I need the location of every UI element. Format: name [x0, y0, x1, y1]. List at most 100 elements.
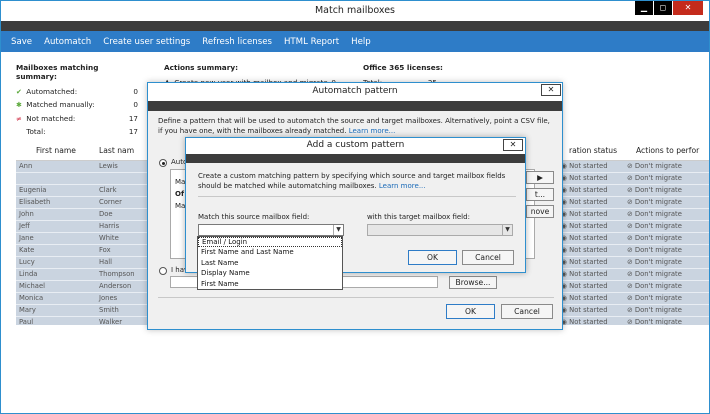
summary-value: 17	[128, 113, 138, 123]
cell-first-name: Mary	[19, 306, 36, 314]
target-field-combo[interactable]: ▼	[367, 224, 513, 236]
dialog-title-bar: Add a custom pattern ✕	[186, 138, 525, 154]
dialog-strip	[148, 101, 562, 111]
dialog-close-button[interactable]: ✕	[503, 139, 523, 151]
cell-status: ◉ Not started	[561, 306, 608, 314]
maximize-button[interactable]: ◻	[654, 1, 672, 15]
cell-action[interactable]: ⊘ Don't migrate	[627, 306, 682, 314]
cell-status: ◉ Not started	[561, 234, 608, 242]
cell-status: ◉ Not started	[561, 162, 608, 170]
dropdown-option-email-login[interactable]: Email / Login	[198, 237, 342, 248]
remove-pattern-button[interactable]: nove	[526, 205, 554, 218]
forbidden-icon: ⊘	[627, 234, 633, 242]
cell-action[interactable]: ⊘ Don't migrate	[627, 222, 682, 230]
dialog-close-button[interactable]: ✕	[541, 84, 561, 96]
menu-refresh-licenses[interactable]: Refresh licenses	[202, 37, 272, 47]
check-icon: ✔	[16, 88, 22, 96]
summary-row-automatched: ✔ Automatched: 0	[16, 87, 141, 100]
cell-first-name: Elisabeth	[19, 198, 51, 206]
cell-last-name: Thompson	[99, 270, 135, 278]
cell-action[interactable]: ⊘ Don't migrate	[627, 234, 682, 242]
cell-action[interactable]: ⊘ Don't migrate	[627, 270, 682, 278]
browse-button[interactable]: Browse...	[449, 276, 497, 289]
col-actions[interactable]: Actions to perfor	[636, 146, 699, 155]
forbidden-icon: ⊘	[627, 210, 633, 218]
cell-last-name: Harris	[99, 222, 120, 230]
learn-more-link[interactable]: Learn more...	[379, 182, 426, 190]
cell-status: ◉ Not started	[561, 222, 608, 230]
summary-label: Automatched:	[26, 87, 78, 96]
cell-action[interactable]: ⊘ Don't migrate	[627, 210, 682, 218]
cell-action[interactable]: ⊘ Don't migrate	[627, 258, 682, 266]
cell-status: ◉ Not started	[561, 270, 608, 278]
cell-first-name: Ann	[19, 162, 33, 170]
forbidden-icon: ⊘	[627, 246, 633, 254]
pattern-list-item[interactable]: Ma	[175, 202, 185, 210]
forbidden-icon: ⊘	[627, 162, 633, 170]
cell-action[interactable]: ⊘ Don't migrate	[627, 246, 682, 254]
summary-value: 0	[133, 87, 138, 96]
menu-save[interactable]: Save	[11, 37, 32, 47]
cell-first-name: Lucy	[19, 258, 35, 266]
source-field-combo[interactable]: ▼	[198, 224, 344, 236]
close-button[interactable]: ✕	[673, 1, 703, 15]
title-strip	[1, 21, 709, 31]
source-field-dropdown-list: Email / Login First Name and Last Name L…	[197, 236, 343, 290]
cell-status: ◉ Not started	[561, 258, 608, 266]
summary-value: 17	[128, 126, 138, 136]
automatch-ok-button[interactable]: OK	[446, 304, 495, 319]
edit-pattern-button[interactable]: t...	[526, 188, 554, 201]
col-migration-status[interactable]: ration status	[569, 146, 617, 155]
divider	[198, 196, 516, 197]
forbidden-icon: ⊘	[627, 306, 633, 314]
cell-action[interactable]: ⊘ Don't migrate	[627, 174, 682, 182]
cell-action[interactable]: ⊘ Don't migrate	[627, 186, 682, 194]
source-field-label: Match this source mailbox field:	[198, 213, 310, 221]
cell-action[interactable]: ⊘ Don't migrate	[627, 294, 682, 302]
cell-status: ◉ Not started	[561, 186, 608, 194]
window-title: Match mailboxes	[314, 5, 396, 16]
dropdown-option-display-name[interactable]: Display Name	[198, 268, 342, 278]
custom-cancel-button[interactable]: Cancel	[462, 250, 514, 265]
grid-empty-area	[16, 325, 709, 365]
automatch-cancel-button[interactable]: Cancel	[501, 304, 553, 319]
dropdown-option-first-name[interactable]: First Name	[198, 279, 342, 289]
forbidden-icon: ⊘	[627, 222, 633, 230]
forbidden-icon: ⊘	[627, 270, 633, 278]
chevron-down-icon[interactable]: ▼	[333, 225, 343, 235]
dropdown-option-last-name[interactable]: Last Name	[198, 258, 342, 268]
menu-create-user-settings[interactable]: Create user settings	[103, 37, 190, 47]
option-csv-radio[interactable]	[159, 267, 167, 275]
dropdown-option-first-last-name[interactable]: First Name and Last Name	[198, 247, 342, 257]
cell-last-name: Lewis	[99, 162, 118, 170]
cell-last-name: Fox	[99, 246, 111, 254]
cell-last-name: Hall	[99, 258, 113, 266]
custom-pattern-description: Create a custom matching pattern by spec…	[198, 172, 506, 190]
pattern-list-item[interactable]: Ma	[175, 178, 185, 186]
cell-action[interactable]: ⊘ Don't migrate	[627, 198, 682, 206]
option-auto-radio[interactable]	[159, 159, 167, 167]
cell-status: ◉ Not started	[561, 282, 608, 290]
star-icon: ✱	[16, 101, 22, 110]
forbidden-icon: ⊘	[627, 186, 633, 194]
custom-ok-button[interactable]: OK	[408, 250, 457, 265]
col-first-name[interactable]: First name	[36, 146, 76, 155]
menu-help[interactable]: Help	[351, 37, 371, 47]
summary-label: Not matched:	[26, 113, 76, 123]
cell-status: ◉ Not started	[561, 210, 608, 218]
add-pattern-button[interactable]: ▶	[526, 171, 554, 184]
cell-last-name: Clark	[99, 186, 117, 194]
cell-action[interactable]: ⊘ Don't migrate	[627, 282, 682, 290]
dialog-title: Automatch pattern	[312, 86, 398, 96]
learn-more-link[interactable]: Learn more...	[349, 127, 396, 135]
chevron-down-icon[interactable]: ▼	[502, 225, 512, 235]
menu-automatch[interactable]: Automatch	[44, 37, 91, 47]
cell-action[interactable]: ⊘ Don't migrate	[627, 162, 682, 170]
col-last-name[interactable]: Last nam	[99, 146, 134, 155]
menu-html-report[interactable]: HTML Report	[284, 37, 339, 47]
summary-label: Total:	[26, 126, 46, 136]
minimize-button[interactable]: ▁	[635, 1, 653, 15]
summary-value: 0	[133, 100, 138, 110]
cell-last-name: Smith	[99, 306, 119, 314]
pattern-list-item[interactable]: Of	[175, 190, 184, 198]
